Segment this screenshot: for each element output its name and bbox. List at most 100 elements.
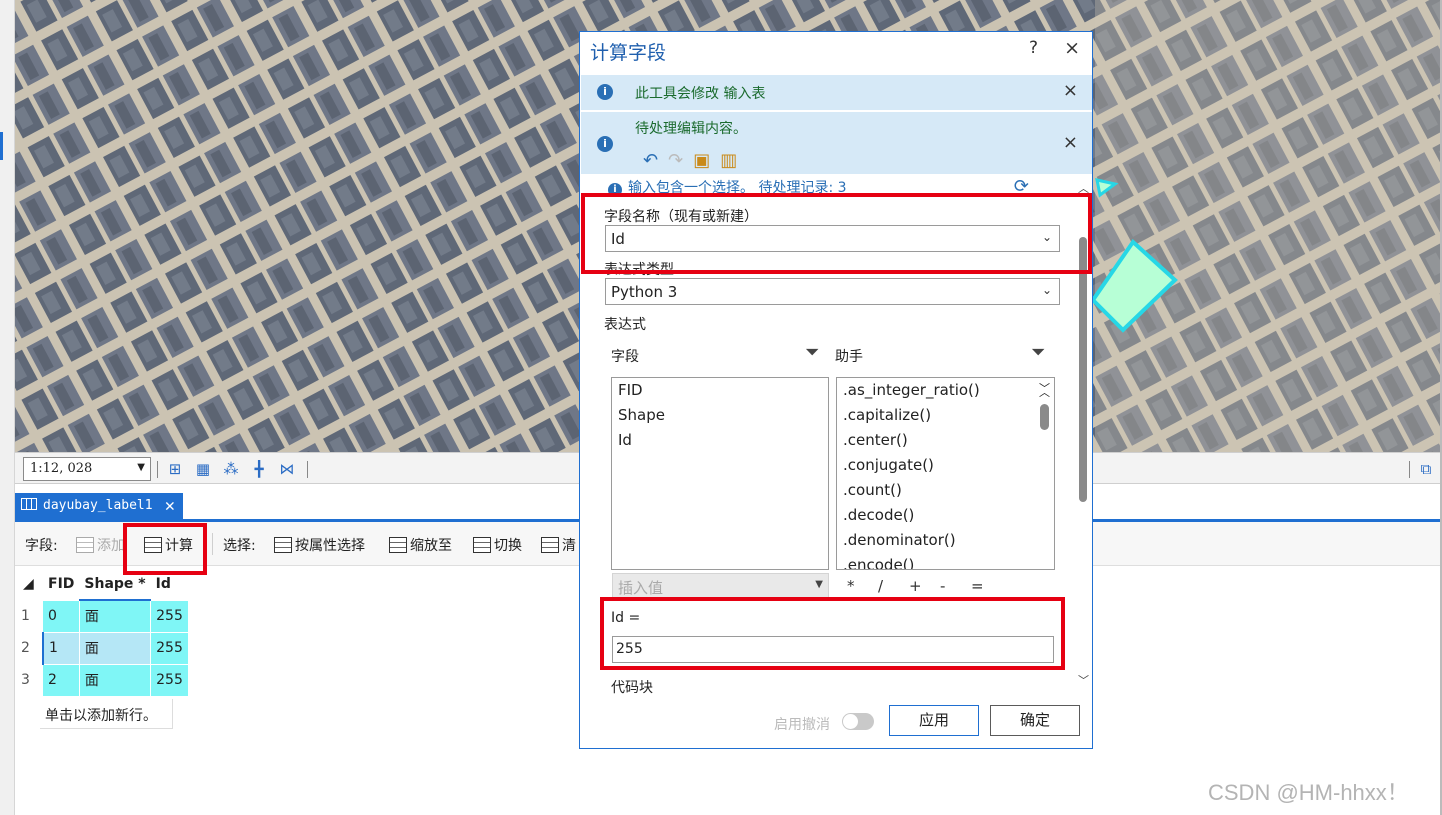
scale-value: 1:12, 028 <box>30 461 93 476</box>
dialog-footer: 启用撤消 应用 确定 <box>581 702 1092 748</box>
message-text: 待处理编辑内容。 <box>635 121 747 137</box>
info-icon: i <box>597 84 613 100</box>
map-tools-icon[interactable]: ⧉ <box>1416 459 1436 479</box>
divider <box>212 533 213 555</box>
multiply-button[interactable]: * <box>847 577 878 595</box>
zoom-to-button[interactable]: 缩放至 <box>389 535 452 555</box>
redo-icon: ↷ <box>668 150 694 171</box>
list-item[interactable]: .capitalize() <box>837 403 1054 428</box>
selection-group-label: 选择: <box>223 538 256 554</box>
snapping-icon[interactable]: ⁂ <box>221 459 241 479</box>
attribute-grid: ◢ FID Shape * Id 1 0 面 255 2 1 面 255 3 2… <box>18 568 189 697</box>
table-row[interactable]: 1 0 面 255 <box>18 600 189 633</box>
list-item[interactable]: .center() <box>837 428 1054 453</box>
divider <box>1409 461 1410 478</box>
left-strip-active-marker <box>0 132 3 160</box>
undo-icon[interactable]: ↶ <box>643 150 668 171</box>
filter-icon[interactable]: ⏷ <box>805 342 819 363</box>
expression-label: 表达式 <box>604 317 646 333</box>
filter-icon[interactable]: ⏷ <box>1031 342 1045 363</box>
corner-cell: ◢ <box>18 568 43 601</box>
switch-selection-button[interactable]: 切换 <box>473 535 522 555</box>
clear-selection-button[interactable]: 清 <box>541 535 576 555</box>
edit-actions: ↶↷▣▥ <box>643 150 747 171</box>
list-item[interactable]: .encode() <box>837 553 1054 569</box>
chevron-down-icon: ⌄ <box>1041 283 1052 297</box>
cell-shape[interactable]: 面 <box>79 600 152 633</box>
switch-icon <box>473 537 491 553</box>
cell-shape[interactable]: 面 <box>79 632 152 665</box>
table-row[interactable]: 3 2 面 255 <box>18 664 189 697</box>
annotation-box-field-name <box>581 193 1092 274</box>
list-item[interactable]: .count() <box>837 478 1054 503</box>
grid-icon[interactable]: ▦ <box>193 459 213 479</box>
chevron-down-icon[interactable]: ﹀ <box>1078 672 1089 688</box>
minus-button[interactable]: - <box>940 577 971 595</box>
fields-header: 字段 <box>611 349 639 365</box>
info-icon: i <box>597 136 613 152</box>
tab-attribute-table[interactable]: dayubay_label1 ✕ <box>15 493 183 522</box>
enable-undo-toggle[interactable] <box>842 713 874 730</box>
scroll-thumb[interactable] <box>1040 404 1049 430</box>
list-item[interactable]: Id <box>612 428 828 453</box>
row-number: 1 <box>18 600 43 633</box>
list-item[interactable]: .denominator() <box>837 528 1054 553</box>
save-edits-icon[interactable]: ▣ <box>693 150 720 171</box>
helpers-header: 助手 <box>835 349 863 365</box>
list-item[interactable]: FID <box>612 378 828 403</box>
row-number: 3 <box>18 664 43 697</box>
helpers-scrollbar[interactable]: ︿ ﹀ <box>1034 378 1054 430</box>
close-icon[interactable]: × <box>1063 80 1078 101</box>
operator-buttons: * / + - = <box>847 577 1002 595</box>
cell-id[interactable]: 255 <box>150 664 189 697</box>
row-number: 2 <box>18 632 44 665</box>
crosshair-icon[interactable]: ╋ <box>249 459 269 479</box>
cell-shape[interactable]: 面 <box>79 664 152 697</box>
discard-edits-icon[interactable]: ▥ <box>720 150 747 171</box>
add-field-button: 添加 <box>76 535 125 555</box>
cell-fid[interactable]: 2 <box>43 664 80 697</box>
fields-list[interactable]: FID Shape Id <box>611 377 829 570</box>
zoom-icon <box>389 537 407 553</box>
scale-selector[interactable]: 1:12, 028 ▼ <box>23 457 151 481</box>
table-row[interactable]: 2 1 面 255 <box>18 632 189 665</box>
code-block-label: 代码块 <box>611 680 653 696</box>
list-item[interactable]: Shape <box>612 403 828 428</box>
insert-value-select: 插入值 ▼ <box>612 573 829 599</box>
chevron-down-icon[interactable]: ﹀ <box>1039 378 1050 401</box>
annotation-box-expression <box>600 597 1065 670</box>
select-by-attribute-button[interactable]: 按属性选择 <box>274 535 365 555</box>
apply-button[interactable]: 应用 <box>889 705 979 736</box>
cell-id[interactable]: 255 <box>150 632 189 665</box>
scroll-thumb[interactable] <box>1079 237 1087 502</box>
add-field-icon <box>76 537 94 553</box>
constraint-icon[interactable]: ⋈ <box>277 459 297 479</box>
divider <box>157 461 158 478</box>
message-text: 此工具会修改 输入表 <box>635 86 766 102</box>
field-group-label: 字段: <box>25 538 58 554</box>
enable-undo-label: 启用撤消 <box>774 717 830 733</box>
tab-label: dayubay_label1 <box>43 498 153 513</box>
divider <box>307 461 308 478</box>
expression-type-select[interactable]: Python 3 ⌄ <box>605 278 1060 305</box>
help-icon[interactable]: ? <box>1029 38 1038 58</box>
divide-button[interactable]: / <box>878 577 909 595</box>
cell-id[interactable]: 255 <box>150 600 189 633</box>
close-icon[interactable]: × <box>1063 132 1078 153</box>
close-icon[interactable]: ✕ <box>165 496 175 516</box>
column-header-fid[interactable]: FID <box>43 568 80 601</box>
equals-button[interactable]: = <box>971 577 1002 595</box>
plus-button[interactable]: + <box>909 577 940 595</box>
info-message-pending: i 待处理编辑内容。 ↶↷▣▥ × <box>581 112 1092 174</box>
cell-fid[interactable]: 1 <box>43 632 80 665</box>
ok-button[interactable]: 确定 <box>990 705 1080 736</box>
list-item[interactable]: .conjugate() <box>837 453 1054 478</box>
cell-fid[interactable]: 0 <box>43 600 80 633</box>
list-item[interactable]: .as_integer_ratio() <box>837 378 1054 403</box>
annotation-box-calculate <box>123 523 207 575</box>
add-new-row[interactable]: 单击以添加新行。 <box>40 699 173 729</box>
grid-add-icon[interactable]: ⊞ <box>165 459 185 479</box>
helpers-list[interactable]: .as_integer_ratio() .capitalize() .cente… <box>836 377 1055 570</box>
list-item[interactable]: .decode() <box>837 503 1054 528</box>
close-icon[interactable]: × <box>1064 37 1080 59</box>
